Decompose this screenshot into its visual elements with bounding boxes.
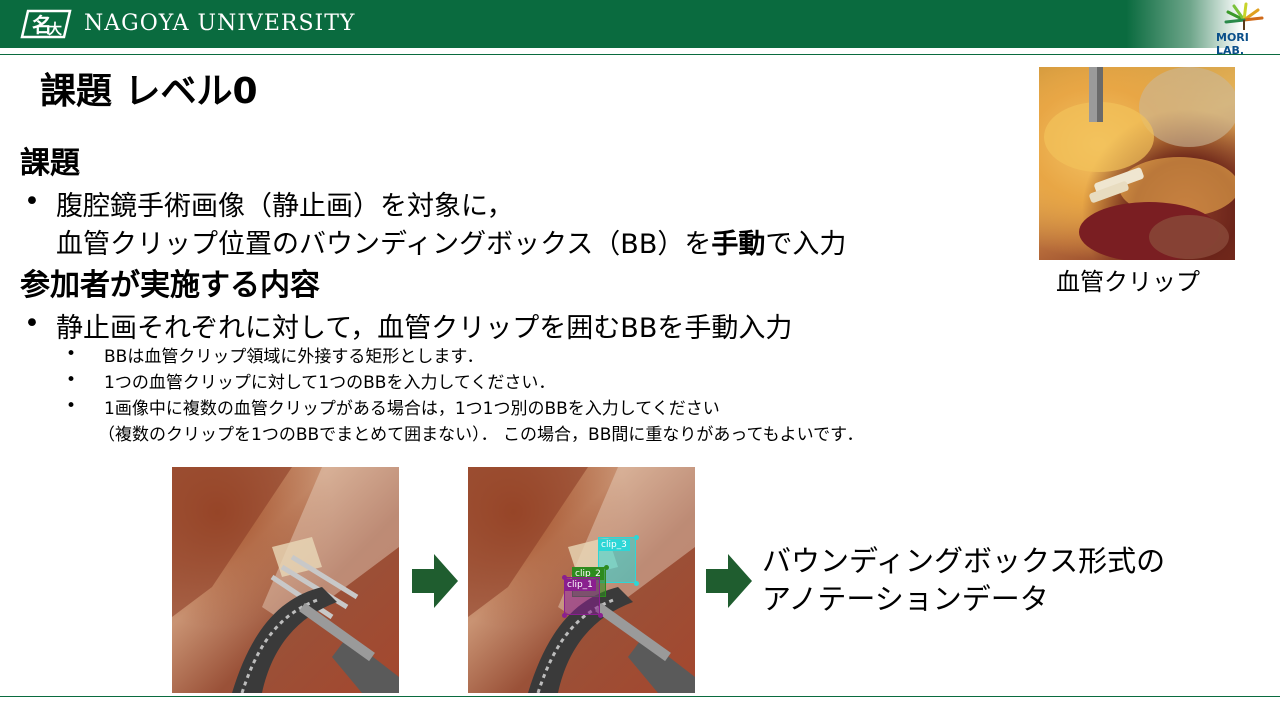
bounding-box-handle[interactable] bbox=[562, 613, 567, 618]
sub-item-3: 1画像中に複数の血管クリップがある場合は，1つ1つ別のBBを入力してください bbox=[104, 399, 720, 419]
result-line-2: アノテーションデータ bbox=[762, 582, 1049, 616]
slide-title: 課題 レベル0 bbox=[40, 71, 258, 112]
bounding-box-handle[interactable] bbox=[634, 535, 639, 540]
task-line-2-pre: 血管クリップ位置のバウンディングボックス（BB）を bbox=[56, 229, 712, 260]
sub-bullet-marker: • bbox=[66, 396, 77, 416]
footer-divider bbox=[0, 696, 1280, 697]
bounding-box-label: clip_3 bbox=[598, 539, 630, 551]
arrow-right-icon bbox=[412, 554, 458, 608]
bounding-box-handle[interactable] bbox=[634, 581, 639, 586]
bounding-box-label: clip_1 bbox=[564, 579, 596, 591]
section-heading-task: 課題 bbox=[20, 146, 80, 181]
bullet-marker: • bbox=[24, 308, 40, 339]
bounding-box-handle[interactable] bbox=[562, 575, 567, 580]
sub-bullet-marker: • bbox=[66, 370, 77, 390]
surgical-image-raw bbox=[172, 467, 399, 693]
bullet-marker: • bbox=[24, 186, 40, 217]
task-line-1: 腹腔鏡手術画像（静止画）を対象に， bbox=[56, 191, 514, 222]
task-line-2-post: で入力 bbox=[765, 229, 847, 260]
arrow-right-icon bbox=[706, 554, 752, 608]
surgical-image-annotated: clip_3 clip_2 clip_1 bbox=[468, 467, 695, 693]
university-name: NAGOYA UNIVERSITY bbox=[84, 11, 356, 36]
bounding-box-handle[interactable] bbox=[604, 565, 609, 570]
header-divider bbox=[0, 54, 1280, 55]
sub-bullet-marker: • bbox=[66, 344, 77, 364]
header-bar: 名 大 NAGOYA UNIVERSITY MORI LAB. bbox=[0, 0, 1280, 57]
bounding-box-handle[interactable] bbox=[598, 613, 603, 618]
vessel-clip-photo bbox=[1039, 67, 1235, 260]
sub-item-2: 1つの血管クリップに対して1つのBBを入力してください． bbox=[104, 373, 556, 393]
task-line-2-bold: 手動 bbox=[711, 229, 766, 260]
sub-item-1: BBは血管クリップ領域に外接する矩形とします． bbox=[104, 347, 484, 367]
nagoya-university-logo-icon: 名 大 bbox=[20, 9, 72, 39]
task-line-2: 血管クリップ位置のバウンディングボックス（BB）を手動で入力 bbox=[56, 222, 846, 261]
photo-caption: 血管クリップ bbox=[1056, 268, 1200, 296]
section-heading-participant: 参加者が実施する内容 bbox=[20, 268, 320, 303]
svg-text:大: 大 bbox=[48, 21, 62, 38]
participant-line-1: 静止画それぞれに対して，血管クリップを囲むBBを手動入力 bbox=[56, 313, 793, 344]
sub-item-3-continued: （複数のクリップを1つのBBでまとめて囲まない）． この場合，BB間に重なりがあ… bbox=[98, 425, 864, 445]
result-line-1: バウンディングボックス形式の bbox=[762, 544, 1166, 578]
